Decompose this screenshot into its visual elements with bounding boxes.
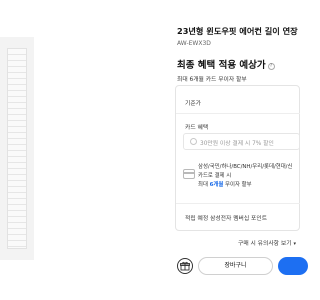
discount-option-text: 30만원 이상 결제 시 7% 할인 bbox=[200, 141, 274, 147]
gift-button[interactable] bbox=[177, 258, 193, 274]
gift-icon bbox=[180, 261, 190, 271]
notice-label: 구매 시 유의사항 보기 bbox=[238, 241, 292, 247]
divider bbox=[176, 203, 300, 204]
issuers-text: 삼성/국민/하나/BC/NH/우리/롯데/현대/신 bbox=[198, 164, 293, 170]
divider bbox=[176, 113, 300, 114]
discount-option[interactable]: 30만원 이상 결제 시 7% 할인 bbox=[183, 133, 300, 150]
installment-prefix: 최대 bbox=[198, 182, 210, 188]
installment-highlight: 6개월 bbox=[209, 182, 224, 188]
card-icon bbox=[183, 169, 195, 179]
card-issuer-option[interactable]: 삼성/국민/하나/BC/NH/우리/롯데/현대/신 카드로 결제 시 최대 6개… bbox=[183, 161, 300, 188]
installment-text: 최대 6개월 무이자 할부 bbox=[198, 180, 252, 188]
benefit-title-text: 최종 혜택 적용 예상가 bbox=[177, 60, 266, 71]
installment-note: 최대 6개월 카드 무이자 할부 bbox=[177, 77, 247, 83]
discount-radio[interactable] bbox=[190, 138, 197, 145]
card-discount-label: 카드 혜택 bbox=[185, 125, 209, 131]
notice-link[interactable]: 구매 시 유의사항 보기 ▾ bbox=[238, 238, 296, 247]
product-title: 23년형 윈도우핏 에어컨 길이 연장 키트 1 bbox=[177, 26, 300, 36]
product-image bbox=[0, 37, 34, 260]
points-note: 적립 예정 삼성전자 멤버십 포인트 bbox=[185, 216, 268, 222]
question-icon[interactable]: ? bbox=[267, 63, 275, 70]
cart-button[interactable]: 장바구니 bbox=[198, 257, 273, 275]
installment-suffix: 무이자 할부 bbox=[223, 182, 252, 188]
buy-button[interactable] bbox=[278, 257, 308, 275]
chevron-down-icon: ▾ bbox=[293, 241, 297, 247]
benefit-title: 최종 혜택 적용 예상가? bbox=[177, 57, 275, 71]
action-bar: 장바구니 bbox=[175, 255, 308, 276]
base-price-label: 기준가 bbox=[185, 101, 201, 107]
model-code: AW-EWX3D bbox=[177, 40, 211, 47]
pay-condition-text: 카드로 결제 시 bbox=[198, 173, 232, 179]
window-kit-image bbox=[7, 48, 27, 249]
